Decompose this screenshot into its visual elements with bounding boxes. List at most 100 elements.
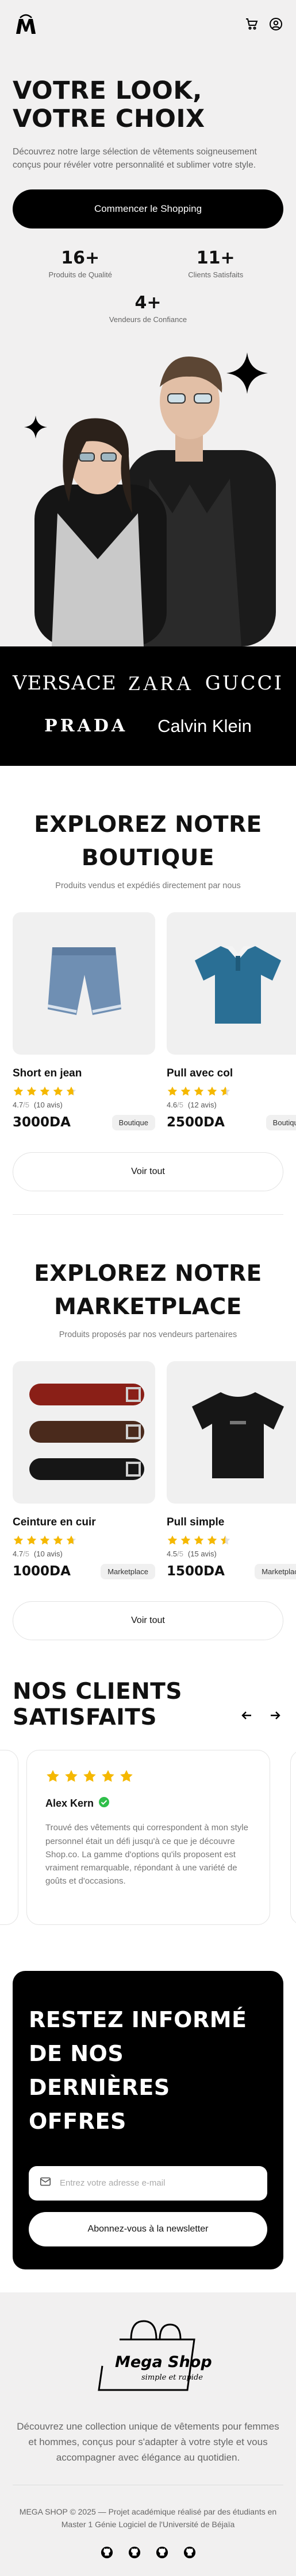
stat-label: Clients Satisfaits — [188, 270, 244, 279]
brand-calvin-klein: Calvin Klein — [157, 715, 252, 736]
testimonial-card-next — [290, 1750, 296, 1926]
testimonial-card: Alex Kern Trouvé des vêtements qui corre… — [26, 1750, 270, 1926]
product-image-short[interactable] — [13, 912, 155, 1055]
boutique-title-line2: BOUTIQUE — [81, 845, 215, 871]
arrow-right-icon[interactable] — [267, 1707, 283, 1723]
testimonials-title: NOS CLIENTS SATISFAITS — [13, 1679, 182, 1731]
star-icon — [53, 1535, 63, 1545]
star-icon — [47, 1770, 59, 1782]
star-icon — [13, 1086, 24, 1096]
arrow-left-icon[interactable] — [239, 1707, 255, 1723]
stats-block: 16+ Produits de Qualité 11+ Clients Sati… — [13, 248, 283, 324]
testimonial-text: Trouvé des vêtements qui correspondent à… — [45, 1823, 248, 1887]
stat-number: 4+ — [134, 292, 162, 313]
product-image-tshirt[interactable] — [167, 1361, 296, 1504]
product-image-polo[interactable] — [167, 912, 296, 1055]
marketplace-see-all-button[interactable]: Voir tout — [13, 1601, 283, 1640]
product-card[interactable]: Ceinture en cuir 4.7/5 (10 avis) 1000DA M… — [13, 1361, 155, 1579]
rating-scale: /5 — [177, 1100, 183, 1109]
testimonial-card-prev — [0, 1750, 18, 1926]
stat-label: Produits de Qualité — [48, 270, 113, 279]
github-icon[interactable] — [101, 2546, 113, 2559]
boutique-section: EXPLOREZ NOTRE BOUTIQUE Produits vendus … — [0, 766, 296, 1215]
rating-value: 4.6 — [167, 1100, 178, 1109]
product-name[interactable]: Pull avec col — [167, 1067, 296, 1080]
subscribe-button[interactable]: Abonnez-vous à la newsletter — [29, 2211, 267, 2246]
star-icon — [180, 1535, 191, 1545]
marketplace-title-line2: MARKETPLACE — [54, 1294, 242, 1320]
hero-lead: Découvrez notre large sélection de vêtem… — [13, 147, 257, 171]
email-input[interactable] — [60, 2178, 257, 2188]
stat-number: 16+ — [61, 247, 100, 268]
product-price: 3000DA — [13, 1115, 71, 1130]
sparkle-icon — [226, 352, 268, 394]
rating-text: 4.6/5 (12 avis) — [167, 1101, 296, 1109]
rating-stars — [13, 1086, 155, 1097]
star-icon — [66, 1535, 76, 1545]
svg-text:Mega Shop: Mega Shop — [115, 2353, 212, 2371]
star-icon — [83, 1770, 96, 1782]
github-icon[interactable] — [128, 2546, 141, 2559]
review-count: (15 avis) — [187, 1549, 217, 1558]
testimonials-title-line1: NOS CLIENTS — [13, 1678, 182, 1705]
newsletter-block: RESTEZ INFORMÉ DE NOS DERNIÈRES OFFRES A… — [13, 1971, 283, 2269]
product-image-belts[interactable] — [13, 1361, 155, 1504]
product-name[interactable]: Short en jean — [13, 1067, 155, 1080]
seller-tag: Marketplace — [101, 1563, 155, 1579]
marketplace-product-carousel: Ceinture en cuir 4.7/5 (10 avis) 1000DA M… — [0, 1361, 296, 1579]
newsletter-title: RESTEZ INFORMÉ DE NOS DERNIÈRES OFFRES — [29, 2003, 267, 2139]
footer: Mega Shop simple et rapide Découvrez une… — [0, 2292, 296, 2576]
star-icon — [207, 1086, 217, 1096]
rating-scale: /5 — [23, 1549, 29, 1558]
seller-tag: Marketplace — [255, 1563, 296, 1579]
seller-tag: Boutique — [266, 1114, 296, 1130]
rating-text: 4.5/5 (15 avis) — [167, 1550, 296, 1558]
cart-icon[interactable] — [244, 17, 259, 32]
sparkle-icon — [24, 415, 47, 439]
product-name[interactable]: Pull simple — [167, 1516, 296, 1529]
testimonials-title-line2: SATISFAITS — [13, 1704, 157, 1730]
boutique-title: EXPLOREZ NOTRE BOUTIQUE — [0, 808, 296, 876]
hero-section: VOTRE LOOK, VOTRE CHOIX Découvrez notre … — [0, 48, 296, 646]
social-links — [13, 2546, 283, 2559]
newsletter-title-line2: DE NOS DERNIÈRES — [29, 2041, 170, 2101]
product-card[interactable]: Pull simple 4.5/5 (15 avis) 1500DA Market… — [167, 1361, 296, 1579]
star-icon — [13, 1535, 24, 1545]
boutique-see-all-button[interactable]: Voir tout — [13, 1152, 283, 1191]
star-icon — [102, 1770, 114, 1782]
star-icon — [66, 1086, 76, 1096]
rating-stars — [167, 1086, 296, 1097]
github-icon[interactable] — [156, 2546, 168, 2559]
star-icon — [167, 1535, 178, 1545]
rating-stars — [167, 1535, 296, 1546]
rating-value: 4.7 — [13, 1549, 24, 1558]
hero-title: VOTRE LOOK, VOTRE CHOIX — [13, 77, 283, 133]
product-price: 2500DA — [167, 1115, 225, 1130]
marketplace-title-line1: EXPLOREZ NOTRE — [34, 1260, 262, 1287]
product-name[interactable]: Ceinture en cuir — [13, 1516, 155, 1529]
testimonials-carousel: Alex Kern Trouvé des vêtements qui corre… — [0, 1750, 296, 1926]
star-icon — [220, 1535, 230, 1545]
rating-value: 4.7 — [13, 1100, 24, 1109]
rating-scale: /5 — [23, 1100, 29, 1109]
github-icon[interactable] — [183, 2546, 196, 2559]
star-icon — [40, 1535, 50, 1545]
star-icon — [40, 1086, 50, 1096]
mega-shop-logo[interactable]: Mega Shop simple et rapide — [13, 2317, 283, 2397]
verified-check-icon — [98, 1796, 110, 1811]
star-icon — [26, 1086, 37, 1096]
rating-scale: /5 — [177, 1549, 183, 1558]
shop-bag-logo-icon[interactable] — [13, 11, 39, 37]
rating-text: 4.7/5 (10 avis) — [13, 1550, 155, 1558]
marketplace-section: EXPLOREZ NOTRE MARKETPLACE Produits prop… — [0, 1215, 296, 1640]
product-card[interactable]: Short en jean 4.7/5 (10 avis) 3000DA Bout… — [13, 912, 155, 1130]
email-field-wrapper — [29, 2166, 267, 2201]
stat-number: 11+ — [196, 247, 235, 268]
account-icon[interactable] — [268, 17, 283, 32]
start-shopping-button[interactable]: Commencer le Shopping — [13, 189, 283, 228]
product-price: 1500DA — [167, 1564, 225, 1579]
boutique-subtitle: Produits vendus et expédiés directement … — [55, 881, 241, 890]
marketplace-title: EXPLOREZ NOTRE MARKETPLACE — [0, 1257, 296, 1324]
marketplace-subtitle: Produits proposés par nos vendeurs parte… — [59, 1330, 237, 1339]
product-card[interactable]: Pull avec col 4.6/5 (12 avis) 2500DA Bout… — [167, 912, 296, 1130]
